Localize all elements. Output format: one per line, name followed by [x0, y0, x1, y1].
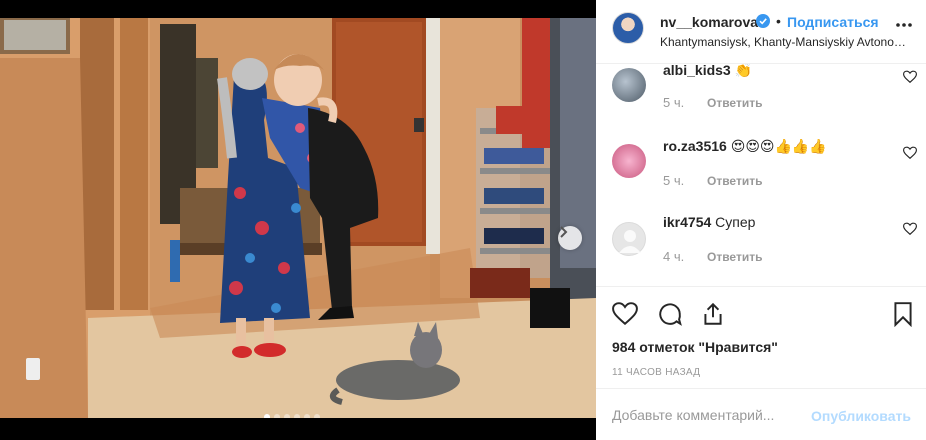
post-modal: nv__komarova • Подписаться Khantymansiys…: [0, 0, 926, 440]
comment-item: albi_kids3 👏 5 ч. Ответить: [596, 64, 926, 134]
comment-time: 5 ч.: [663, 173, 685, 188]
comment-icon[interactable]: [657, 301, 683, 327]
heart-icon[interactable]: [903, 222, 917, 236]
comment-text: 👏: [734, 64, 753, 78]
author-username[interactable]: nv__komarova: [660, 14, 758, 30]
more-options-icon[interactable]: [895, 16, 913, 34]
post-actions: 984 отметок "Нравится" 11 ЧАСОВ НАЗАД: [596, 286, 926, 388]
comments-list[interactable]: albi_kids3 👏 5 ч. Ответить ro.za3516 😍😍😍…: [596, 64, 926, 286]
comment-item: ro.za3516 😍😍😍👍👍👍 5 ч. Ответить: [596, 134, 926, 210]
post-header: nv__komarova • Подписаться Khantymansiys…: [596, 0, 926, 64]
comment-input[interactable]: [612, 405, 802, 425]
comment-item: ikr4754 Супер 4 ч. Ответить: [596, 210, 926, 286]
carousel-dot[interactable]: [284, 414, 290, 418]
heart-icon[interactable]: [903, 70, 917, 84]
reply-button[interactable]: Ответить: [707, 250, 762, 264]
comment-username-text[interactable]: ro.za3516: [663, 138, 727, 154]
verified-badge-icon: [756, 14, 770, 28]
post-side-panel: nv__komarova • Подписаться Khantymansiys…: [596, 0, 926, 440]
comment-username[interactable]: ikr4754 Супер: [663, 214, 755, 230]
heart-icon[interactable]: [903, 146, 917, 160]
share-icon[interactable]: [700, 301, 726, 327]
author-avatar[interactable]: [612, 12, 644, 44]
comment-text: 😍😍😍👍👍👍: [730, 138, 827, 154]
comment-username[interactable]: ro.za3516 😍😍😍👍👍👍: [663, 138, 827, 155]
comment-time: 4 ч.: [663, 249, 685, 264]
carousel-dot[interactable]: [264, 414, 270, 418]
photo-illustration: [0, 18, 596, 418]
bookmark-icon[interactable]: [890, 301, 916, 327]
follow-button[interactable]: Подписаться: [787, 14, 879, 30]
carousel-dot[interactable]: [274, 414, 280, 418]
carousel-indicator: [264, 414, 320, 418]
carousel-dot[interactable]: [304, 414, 310, 418]
post-location[interactable]: Khantymansiysk, Khanty-Mansiyskiy Avtono…: [660, 35, 915, 49]
carousel-next-button[interactable]: [558, 226, 582, 250]
comment-username[interactable]: albi_kids3 👏: [663, 64, 752, 79]
like-heart-icon[interactable]: [612, 301, 638, 327]
post-timestamp: 11 ЧАСОВ НАЗАД: [612, 367, 701, 378]
comment-text: Супер: [715, 214, 756, 230]
reply-button[interactable]: Ответить: [707, 174, 762, 188]
carousel-dot[interactable]: [294, 414, 300, 418]
commenter-avatar[interactable]: [612, 68, 646, 102]
default-avatar-icon: [619, 230, 641, 253]
comment-username-text[interactable]: ikr4754: [663, 214, 711, 230]
reply-button[interactable]: Ответить: [707, 96, 762, 110]
separator-bullet: •: [776, 13, 781, 29]
post-photo[interactable]: [0, 18, 596, 418]
commenter-avatar[interactable]: [612, 222, 646, 256]
chevron-right-icon: [560, 226, 568, 238]
publish-button[interactable]: Опубликовать: [811, 408, 911, 424]
add-comment-bar: Опубликовать: [596, 388, 926, 440]
commenter-avatar[interactable]: [612, 144, 646, 178]
carousel-dot[interactable]: [314, 414, 320, 418]
likes-count[interactable]: 984 отметок "Нравится": [612, 339, 778, 355]
comment-username-text[interactable]: albi_kids3: [663, 64, 731, 78]
comment-time: 5 ч.: [663, 95, 685, 110]
